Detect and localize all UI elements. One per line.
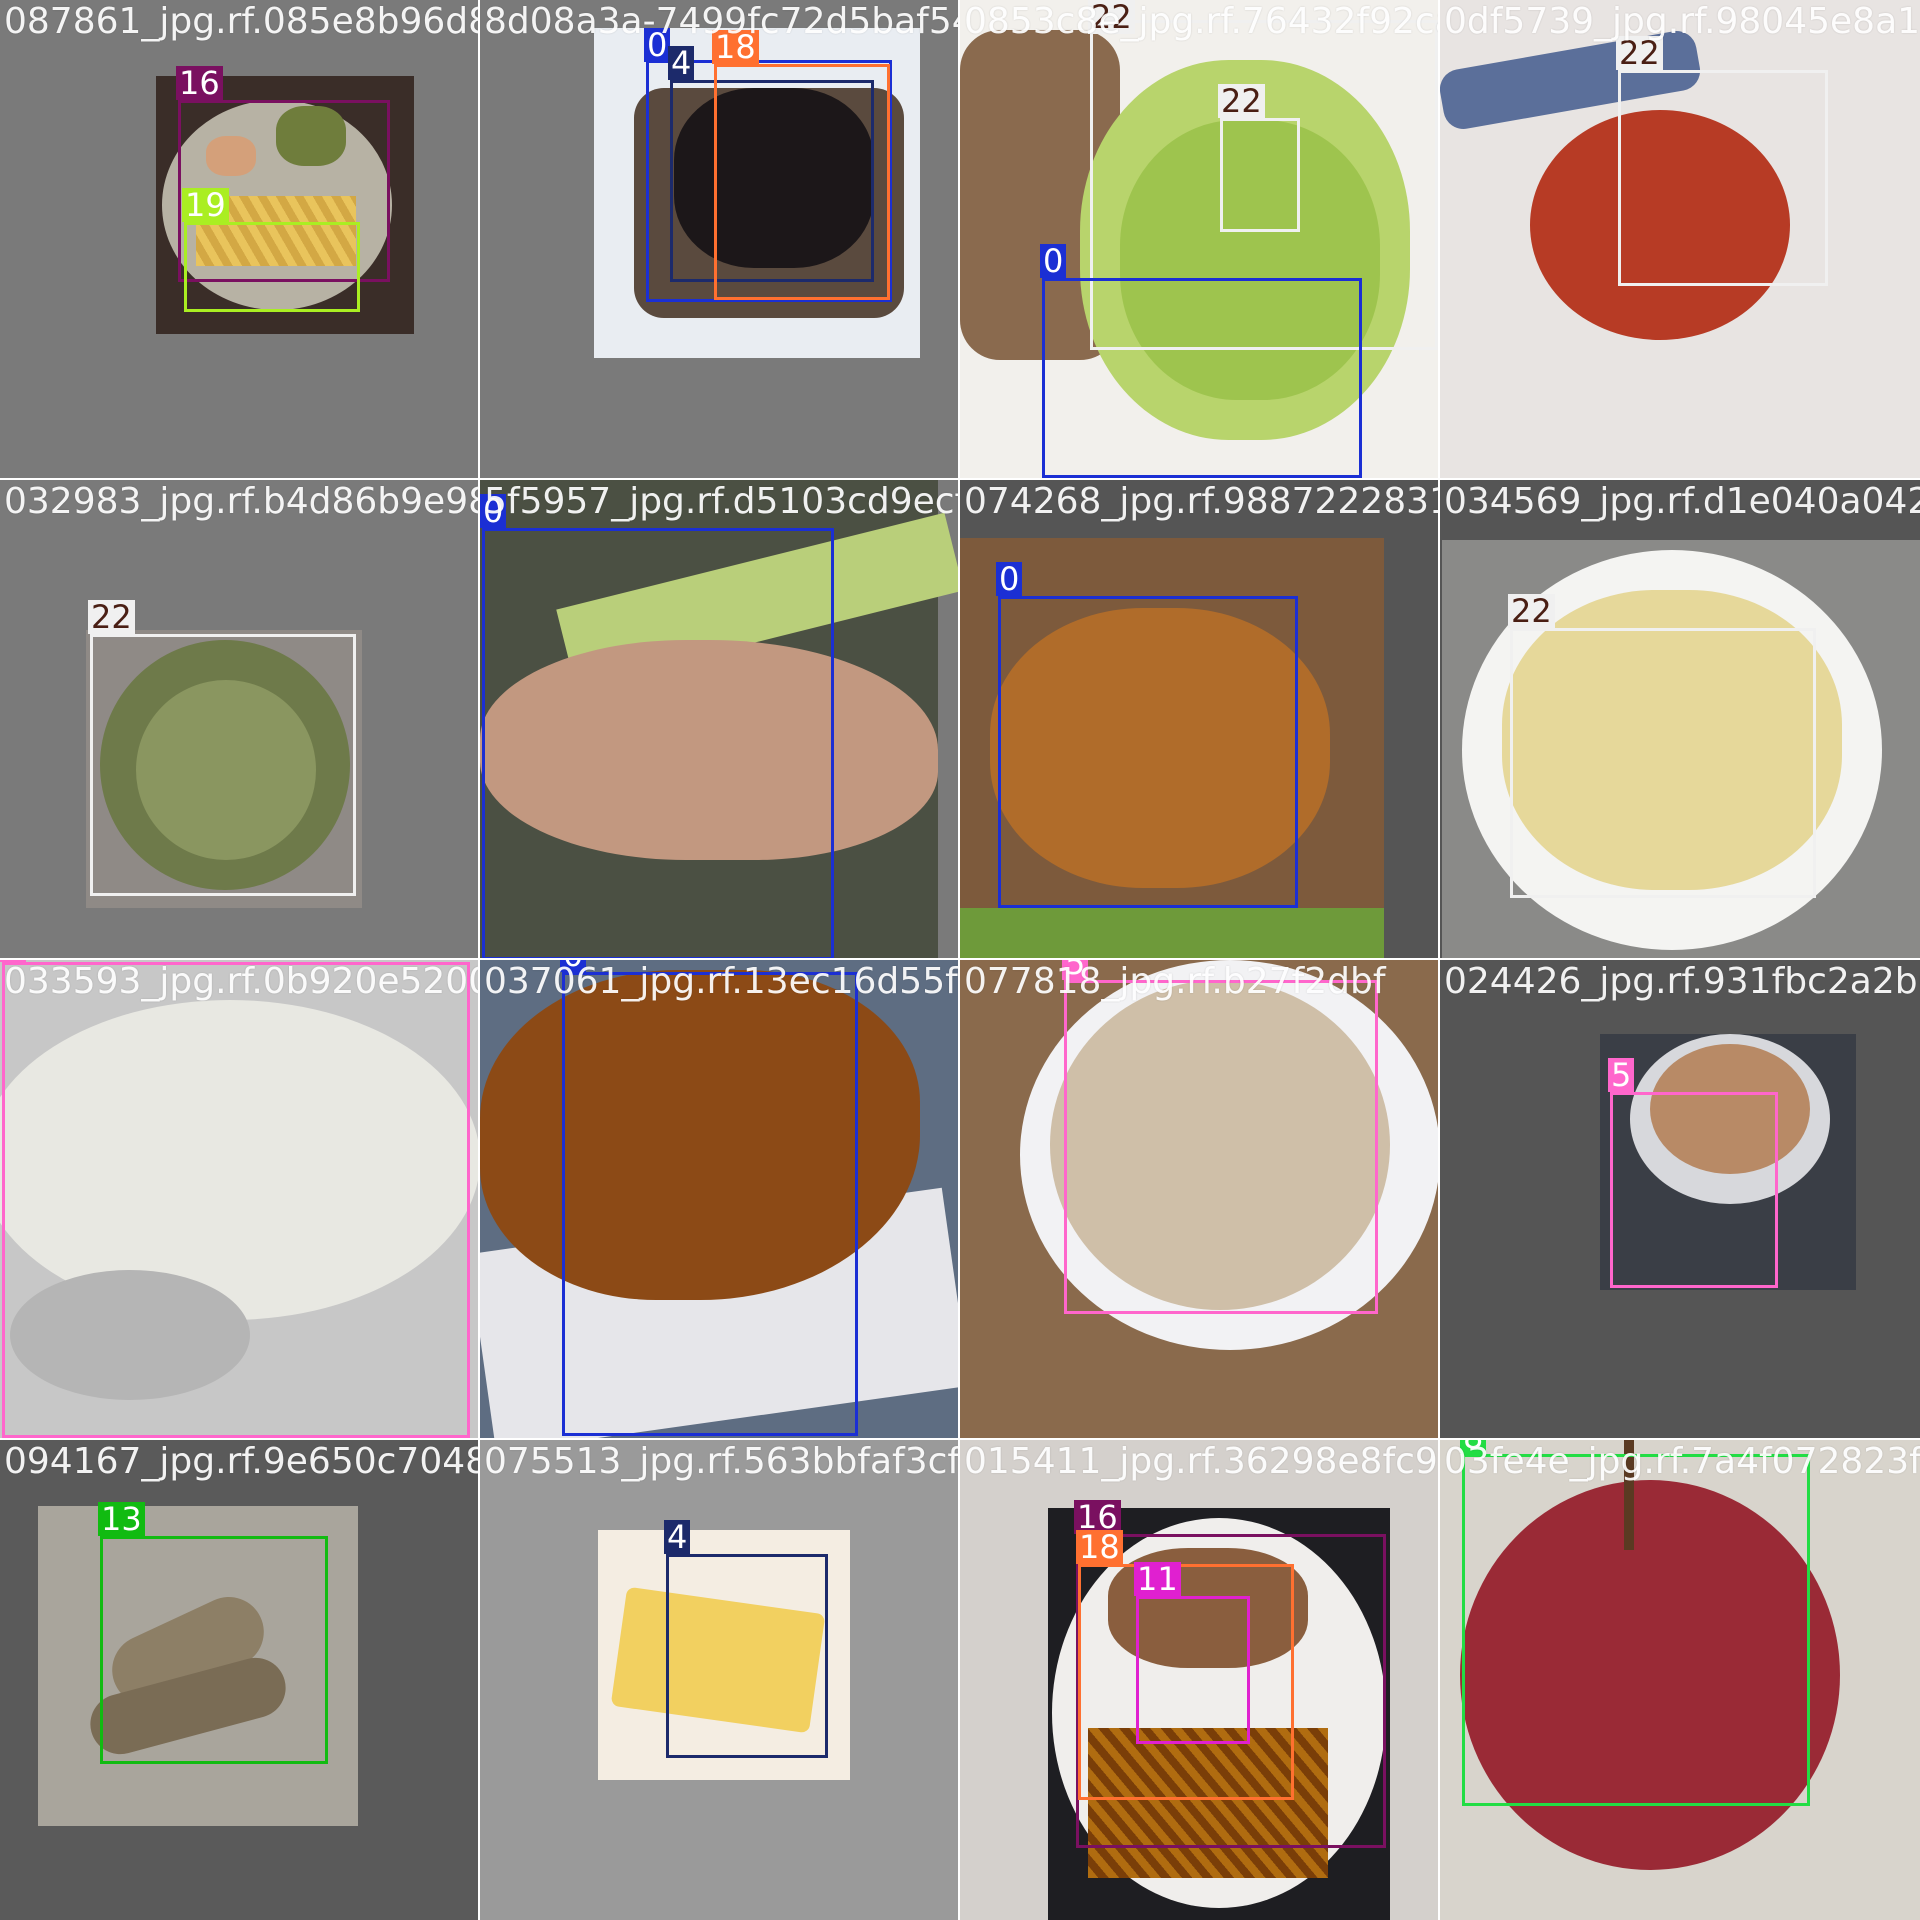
filename-label: 087861_jpg.rf.085e8b96d85840072a74c9fc72 xyxy=(4,1,478,42)
filename-label: 074268_jpg.rf.98872228312449034 xyxy=(964,481,1438,522)
filename-label: 0df5739_jpg.rf.98045e8a12fc00e3 xyxy=(1444,1,1920,42)
filename-label: 03fe4e_jpg.rf.7a4f072823f79 xyxy=(1444,1441,1920,1482)
filename-label: 024426_jpg.rf.931fbc2a2b69f2c xyxy=(1444,961,1920,1002)
filename-label: 075513_jpg.rf.563bbfaf3cf962 xyxy=(484,1441,958,1482)
class-label: 13 xyxy=(98,1502,145,1536)
filename-label: 0853c8e_jpg.rf.76432f92ca2997 xyxy=(964,1,1438,42)
detection-box xyxy=(1042,278,1362,478)
class-label: 19 xyxy=(182,188,229,222)
filename-label: 094167_jpg.rf.9e650c70480e xyxy=(4,1441,478,1482)
class-label: 0 xyxy=(996,562,1023,596)
tile-3[interactable]: 22 22 0 0853c8e_jpg.rf.76432f92ca2997 xyxy=(960,0,1438,478)
filename-label: 034569_jpg.rf.d1e040a042a1 xyxy=(1444,481,1920,522)
detection-box xyxy=(1462,1454,1810,1806)
detection-box xyxy=(998,596,1298,908)
filename-label: 037061_jpg.rf.13ec16d55f1c26 xyxy=(484,961,958,1002)
tile-2[interactable]: 0 4 18 8d08a3a-7499fc72d5baf5490802 xyxy=(480,0,958,478)
detection-box xyxy=(562,972,858,1436)
class-label: 22 xyxy=(1508,594,1555,628)
filename-label: 033593_jpg.rf.0b920e5200 xyxy=(4,961,478,1002)
detection-box xyxy=(90,634,356,896)
detection-box xyxy=(1136,1596,1250,1744)
filename-label: 077818_jpg.rf.b27f2dbf xyxy=(964,961,1386,1002)
tile-6[interactable]: 0 5f5957_jpg.rf.d5103cd9ecf769cf xyxy=(480,480,958,958)
detection-box xyxy=(184,222,360,312)
tile-8[interactable]: 22 034569_jpg.rf.d1e040a042a1 xyxy=(1440,480,1920,958)
class-label: 11 xyxy=(1134,1562,1181,1596)
tile-7[interactable]: 0 074268_jpg.rf.98872228312449034 xyxy=(960,480,1438,958)
detection-box xyxy=(1510,628,1816,898)
class-label: 5 xyxy=(1608,1058,1635,1092)
detection-box xyxy=(714,64,890,300)
tile-4[interactable]: 22 0df5739_jpg.rf.98045e8a12fc00e3 xyxy=(1440,0,1920,478)
class-label: 22 xyxy=(1218,84,1265,118)
tile-13[interactable]: 13 094167_jpg.rf.9e650c70480e xyxy=(0,1440,478,1920)
detection-box xyxy=(1220,118,1300,232)
detection-box xyxy=(482,528,834,958)
class-label: 22 xyxy=(88,600,135,634)
detection-box xyxy=(666,1554,828,1758)
tile-15[interactable]: 16 18 11 015411_jpg.rf.36298e8fc920 xyxy=(960,1440,1438,1920)
tile-11[interactable]: 5 077818_jpg.rf.b27f2dbf xyxy=(960,960,1438,1438)
mosaic-grid: 16 19 087861_jpg.rf.085e8b96d85840072a74… xyxy=(0,0,1920,1920)
class-label: 4 xyxy=(664,1520,691,1554)
tile-9[interactable]: 5 033593_jpg.rf.0b920e5200 xyxy=(0,960,478,1438)
detection-box xyxy=(1618,70,1828,286)
detection-box xyxy=(1064,980,1378,1314)
detection-box xyxy=(1610,1092,1778,1288)
class-label: 16 xyxy=(176,66,223,100)
tile-10[interactable]: 0 037061_jpg.rf.13ec16d55f1c26 xyxy=(480,960,958,1438)
filename-label: 8d08a3a-7499fc72d5baf5490802 xyxy=(484,1,958,42)
tile-1[interactable]: 16 19 087861_jpg.rf.085e8b96d85840072a74… xyxy=(0,0,478,478)
filename-label: 032983_jpg.rf.b4d86b9e98bd xyxy=(4,481,478,522)
detection-box xyxy=(2,962,470,1438)
class-label: 0 xyxy=(1040,244,1067,278)
tile-14[interactable]: 4 075513_jpg.rf.563bbfaf3cf962 xyxy=(480,1440,958,1920)
class-label: 4 xyxy=(668,46,695,80)
filename-label: 015411_jpg.rf.36298e8fc920 xyxy=(964,1441,1438,1482)
class-label: 18 xyxy=(1076,1530,1123,1564)
detection-box xyxy=(100,1536,328,1764)
tile-16[interactable]: 8 03fe4e_jpg.rf.7a4f072823f79 xyxy=(1440,1440,1920,1920)
filename-label: 5f5957_jpg.rf.d5103cd9ecf769cf xyxy=(484,481,958,522)
tile-12[interactable]: 5 024426_jpg.rf.931fbc2a2b69f2c xyxy=(1440,960,1920,1438)
tile-5[interactable]: 22 032983_jpg.rf.b4d86b9e98bd xyxy=(0,480,478,958)
